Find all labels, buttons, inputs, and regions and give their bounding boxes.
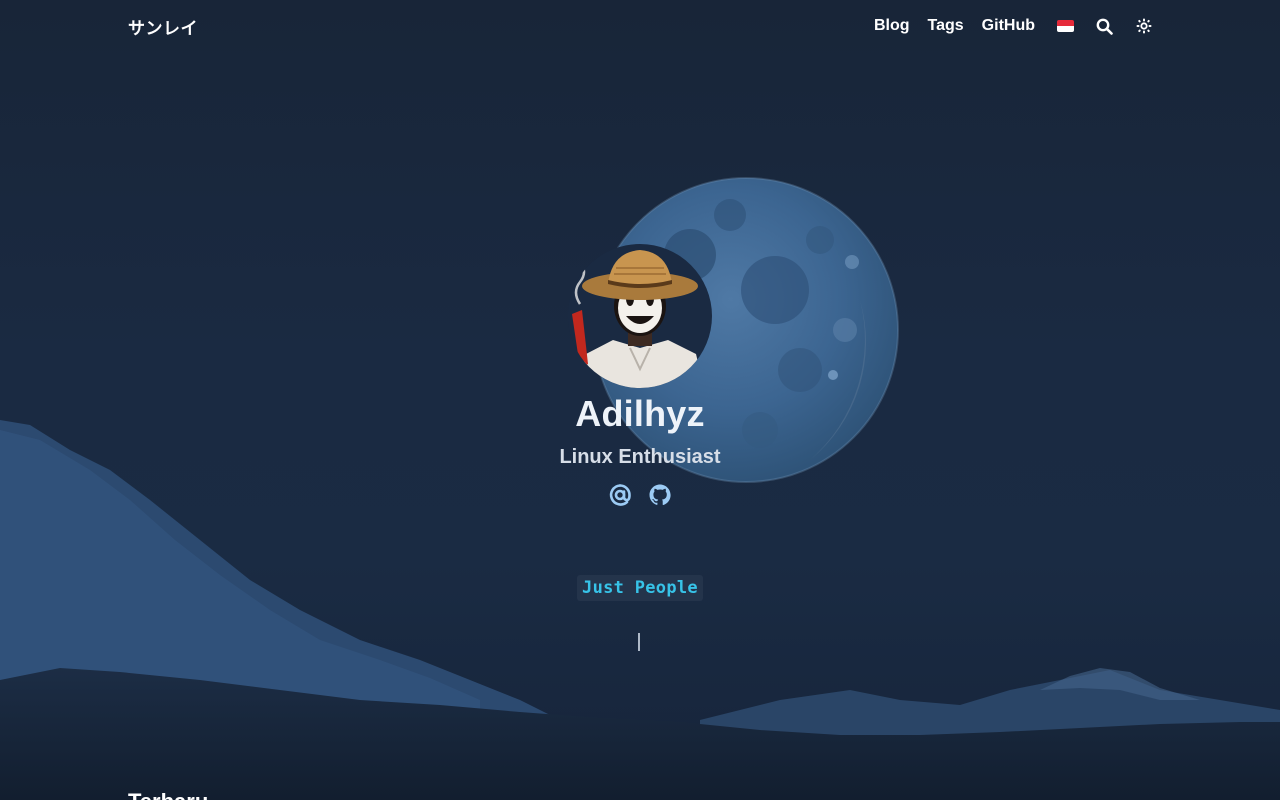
profile-name: Adilhyz [575, 393, 705, 434]
hero-profile: Adilhyz Linux Enthusiast Just People [0, 0, 1280, 800]
github-icon[interactable] [648, 482, 672, 508]
avatar [568, 244, 712, 388]
section-title: Terbaru [128, 789, 208, 800]
at-sign-icon[interactable] [608, 482, 632, 508]
profile-tagline: Linux Enthusiast [559, 446, 721, 468]
page: サンレイ Blog Tags GitHub Adilhyz Linux Enth… [0, 0, 1280, 800]
typing-cursor [638, 633, 640, 651]
typing-text-chip: Just People [577, 575, 703, 601]
social-links [0, 482, 1280, 508]
